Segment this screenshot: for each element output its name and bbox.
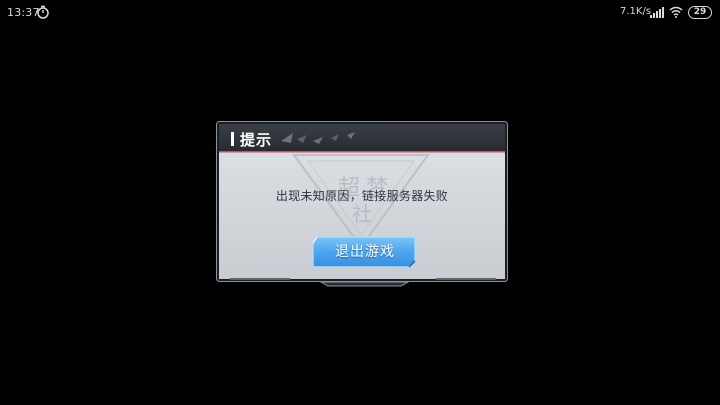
stopwatch-icon bbox=[37, 5, 49, 19]
decorative-shards-icon bbox=[281, 132, 355, 144]
exit-game-button[interactable]: 退出游戏 bbox=[311, 235, 419, 269]
battery-indicator: 29 bbox=[688, 6, 712, 19]
title-accent-bar bbox=[231, 132, 234, 146]
status-bar: 13:37 7.1K/s 29 bbox=[0, 0, 720, 26]
dialog-titlebar: 提示 bbox=[219, 124, 505, 152]
cell-signal-icon bbox=[650, 7, 664, 18]
status-time: 13:37 bbox=[7, 6, 40, 19]
game-screen: 13:37 7.1K/s 29 提示 超 梦 社 出现未知原因，链接服务器失败 … bbox=[0, 0, 720, 405]
alert-dialog: 提示 超 梦 社 出现未知原因，链接服务器失败 退出游戏 bbox=[216, 121, 508, 288]
network-speed: 7.1K/s bbox=[620, 6, 652, 17]
dialog-title: 提示 bbox=[240, 131, 273, 149]
dialog-message: 出现未知原因，链接服务器失败 bbox=[275, 189, 449, 203]
exit-game-button-label: 退出游戏 bbox=[335, 244, 395, 260]
wifi-icon bbox=[669, 6, 683, 18]
